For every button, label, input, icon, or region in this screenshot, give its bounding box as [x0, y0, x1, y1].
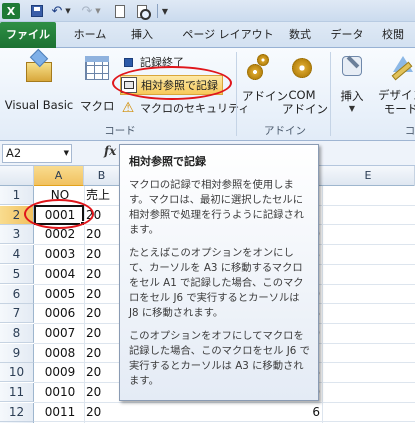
- add-ins-button[interactable]: アドイン: [242, 52, 288, 104]
- visual-basic-button[interactable]: Visual Basic: [4, 48, 74, 112]
- column-header-e[interactable]: E: [322, 166, 415, 186]
- tab-page-layout[interactable]: ページ レイアウト: [172, 22, 284, 48]
- macros-label: マクロ: [80, 99, 115, 113]
- insert-controls-button[interactable]: 挿入 ▼: [336, 52, 368, 113]
- row-header[interactable]: 5: [0, 264, 34, 284]
- cell-a[interactable]: 0007: [37, 324, 83, 343]
- column-header-a[interactable]: A: [34, 166, 84, 186]
- chevron-down-icon: ▼: [348, 104, 356, 113]
- cell-a[interactable]: 0003: [37, 245, 83, 264]
- design-mode-label-2: モード: [383, 102, 415, 116]
- print-preview-icon[interactable]: [134, 3, 151, 20]
- cell-a[interactable]: 0006: [37, 304, 83, 323]
- select-all-corner[interactable]: [0, 166, 34, 186]
- insert-controls-label: 挿入: [340, 89, 364, 103]
- cell-a[interactable]: 0009: [37, 363, 83, 382]
- row-header[interactable]: 4: [0, 245, 34, 265]
- tab-insert[interactable]: 挿入: [122, 22, 162, 48]
- undo-icon[interactable]: ↶: [50, 3, 64, 19]
- macro-security-label: マクロのセキュリティ: [140, 102, 250, 115]
- tooltip-paragraph: たとえばこのオプションをオンにして、カーソルを A3 に移動するマクロをセル A…: [129, 247, 304, 319]
- tab-review[interactable]: 校閲: [372, 22, 414, 48]
- redo-icon[interactable]: ↷: [80, 3, 94, 19]
- com-add-ins-label-2: アドイン: [282, 102, 328, 116]
- design-mode-button[interactable]: デザイン モード: [376, 52, 415, 116]
- macros-button[interactable]: マクロ: [80, 52, 115, 114]
- chevron-down-icon[interactable]: ▼: [64, 145, 69, 162]
- design-mode-icon: [387, 52, 415, 84]
- row-header[interactable]: 7: [0, 304, 34, 324]
- name-box[interactable]: A2 ▼: [2, 144, 72, 163]
- ribbon-tabs: ファイル ホーム 挿入 ページ レイアウト 数式 データ 校閲: [0, 22, 415, 48]
- undo-dropdown-icon[interactable]: ▼: [64, 3, 72, 19]
- visual-basic-label: Visual Basic: [4, 98, 74, 112]
- column-header-b[interactable]: B: [84, 166, 120, 186]
- excel-logo-icon[interactable]: X: [2, 3, 20, 19]
- design-mode-label-1: デザイン: [378, 88, 415, 102]
- cell-a[interactable]: 0004: [37, 265, 83, 284]
- com-add-ins-button[interactable]: COM アドイン: [282, 52, 328, 116]
- row-header[interactable]: 1: [0, 186, 34, 205]
- qat-separator: [157, 4, 158, 18]
- group-separator: [236, 52, 237, 136]
- cell-a[interactable]: 0008: [37, 344, 83, 363]
- quick-access-toolbar: X ↶ ▼ ↷ ▼ ▼: [0, 0, 415, 22]
- relative-reference-tooltip: 相対参照で記録 マクロの記録で相対参照を使用します。マクロは、最初に選択したセル…: [119, 144, 319, 401]
- cell-a[interactable]: 0011: [37, 403, 83, 422]
- highlight-ring-cell-a2: [24, 199, 94, 229]
- macro-sheet-icon: [83, 52, 111, 84]
- customize-qat-icon[interactable]: ▼: [160, 3, 170, 19]
- visual-basic-icon: [24, 48, 54, 84]
- row-header[interactable]: 9: [0, 343, 34, 363]
- cell-b[interactable]: 20: [86, 403, 126, 422]
- row-header[interactable]: 11: [0, 383, 34, 402]
- save-icon[interactable]: [30, 3, 44, 19]
- group-separator: [330, 52, 331, 136]
- row-header[interactable]: 8: [0, 323, 34, 343]
- tab-file[interactable]: ファイル: [0, 22, 56, 48]
- row-header[interactable]: 12: [0, 402, 34, 422]
- row-header[interactable]: 3: [0, 225, 34, 245]
- toolbox-icon: [338, 52, 366, 84]
- gear-icon: [245, 52, 273, 84]
- new-file-icon[interactable]: [114, 3, 126, 19]
- cell-d[interactable]: 6: [300, 403, 320, 422]
- add-ins-label: アドイン: [242, 89, 288, 103]
- cell-a[interactable]: 0010: [37, 383, 83, 402]
- tab-data[interactable]: データ: [324, 22, 370, 48]
- warning-icon: ⚠: [121, 100, 135, 116]
- tooltip-title: 相対参照で記録: [129, 155, 206, 168]
- tab-home[interactable]: ホーム: [66, 22, 114, 48]
- row-header[interactable]: 10: [0, 363, 34, 383]
- column-gridline: [322, 186, 323, 423]
- stop-square-icon: [120, 54, 136, 70]
- highlight-ring-relative-button: [112, 66, 232, 100]
- com-gear-icon: [288, 52, 316, 84]
- cell-a[interactable]: 0005: [37, 285, 83, 304]
- macro-security-button[interactable]: ⚠ マクロのセキュリティ: [120, 99, 250, 117]
- code-group-label: コード: [104, 125, 136, 137]
- name-box-value: A2: [6, 146, 22, 160]
- tab-formulas[interactable]: 数式: [284, 22, 316, 48]
- redo-dropdown-icon[interactable]: ▼: [94, 3, 102, 19]
- tooltip-paragraph: マクロの記録で相対参照を使用します。マクロは、最初に選択したセルに相対参照で処理…: [129, 179, 305, 236]
- tooltip-paragraph: このオプションをオフにしてマクロを記録した場合、このマクロをセル J6 で実行す…: [129, 330, 310, 387]
- controls-group-label: コ: [404, 125, 415, 137]
- com-add-ins-label-1: COM: [288, 88, 316, 102]
- insert-function-icon[interactable]: fx: [104, 144, 116, 158]
- add-ins-group-label: アドイン: [264, 125, 306, 137]
- row-header[interactable]: 6: [0, 284, 34, 304]
